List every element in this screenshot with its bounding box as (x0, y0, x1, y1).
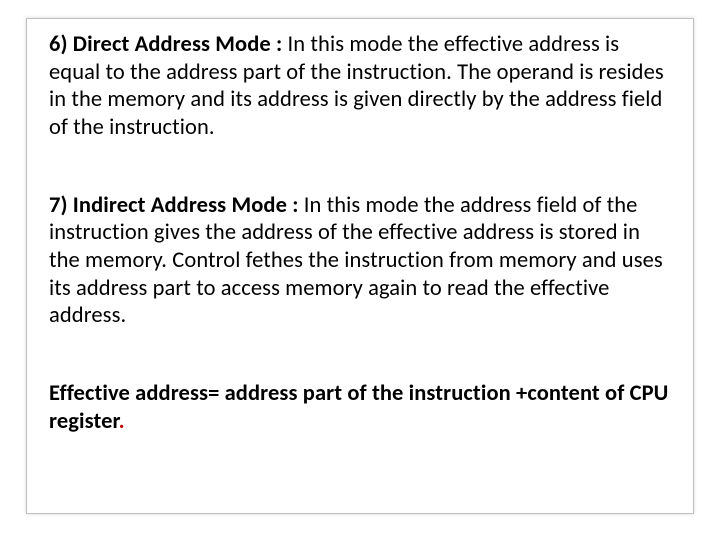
formula-text: Effective address= address part of the i… (49, 380, 668, 435)
content-box: 6) Direct Address Mode : In this mode th… (26, 18, 694, 514)
formula-line: Effective address= address part of the i… (49, 380, 671, 435)
section-6: 6) Direct Address Mode : In this mode th… (49, 31, 671, 142)
formula-dot: . (119, 408, 125, 435)
slide: 6) Direct Address Mode : In this mode th… (0, 0, 720, 540)
section-6-title: 6) Direct Address Mode : (49, 31, 288, 58)
section-7-title: 7) Indirect Address Mode : (49, 192, 304, 219)
section-7: 7) Indirect Address Mode : In this mode … (49, 192, 671, 330)
